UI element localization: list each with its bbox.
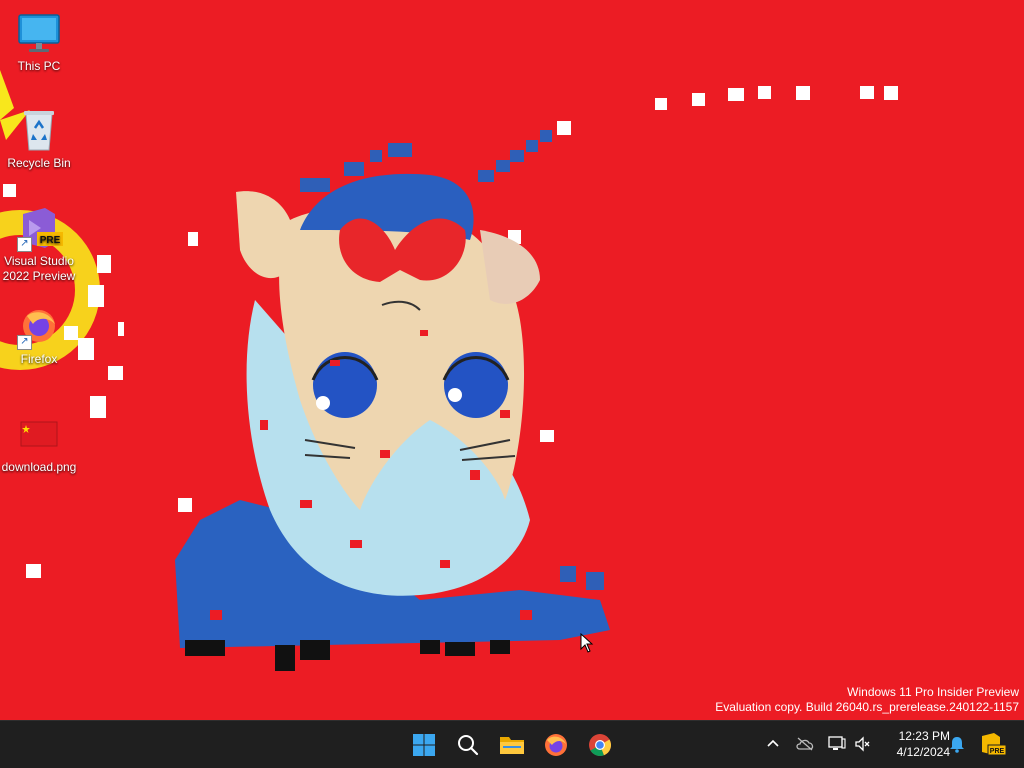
desktop-icon-visual-studio[interactable]: PRE ↗ Visual Studio 2022 Preview xyxy=(1,204,77,284)
plush-figure xyxy=(175,173,610,671)
notifications-button[interactable] xyxy=(946,733,968,755)
watermark-edition: Windows 11 Pro Insider Preview xyxy=(847,685,1019,699)
visual-studio-icon: PRE ↗ xyxy=(15,204,63,252)
watermark-build: Evaluation copy. Build 26040.rs_prerelea… xyxy=(715,700,1019,714)
shortcut-arrow-icon: ↗ xyxy=(17,335,32,350)
shortcut-arrow-icon: ↗ xyxy=(17,237,32,252)
clock-date: 4/12/2024 xyxy=(896,745,950,759)
recycle-bin-icon xyxy=(15,106,63,154)
desktop-icon-label: Firefox xyxy=(20,352,58,366)
volume-button[interactable] xyxy=(852,733,874,755)
firefox-taskbar-button[interactable] xyxy=(536,725,576,765)
desktop-icon-label: Recycle Bin xyxy=(7,156,71,170)
windows-watermark: Windows 11 Pro Insider Preview Evaluatio… xyxy=(715,685,1019,715)
chrome-taskbar-button[interactable] xyxy=(580,725,620,765)
onedrive-icon xyxy=(796,737,814,751)
insider-badge-label: PRE xyxy=(990,748,1005,755)
insider-badge-icon: PRE xyxy=(982,733,1006,756)
onedrive-button[interactable] xyxy=(794,733,816,755)
mouse-cursor-icon xyxy=(580,633,594,653)
show-hidden-icons-button[interactable] xyxy=(762,733,784,755)
notification-bell-icon xyxy=(950,737,964,753)
start-button[interactable] xyxy=(404,725,444,765)
desktop-icon-recycle-bin[interactable]: Recycle Bin xyxy=(1,106,77,171)
clock-time: 12:23 PM xyxy=(898,729,950,743)
desktop-icon-label: download.png xyxy=(1,460,77,474)
preview-badge: PRE xyxy=(40,235,61,246)
insider-badge-button[interactable]: PRE xyxy=(978,733,1006,756)
firefox-icon: ↗ xyxy=(15,302,63,350)
chrome-icon xyxy=(589,734,612,757)
image-file-icon xyxy=(15,410,63,458)
folder-icon xyxy=(500,737,524,754)
desktop-icon-label: This PC xyxy=(17,59,61,73)
desktop-icon-firefox[interactable]: ↗ Firefox xyxy=(1,302,77,367)
network-button[interactable] xyxy=(826,733,848,755)
file-explorer-button[interactable] xyxy=(492,725,532,765)
taskbar: 12:23 PM 4/12/2024 PRE xyxy=(0,720,1024,768)
wallpaper-image xyxy=(0,70,898,671)
firefox-icon xyxy=(545,734,567,756)
chevron-up-icon xyxy=(767,739,779,747)
monitor-icon xyxy=(15,9,63,57)
network-icon xyxy=(828,736,846,750)
desktop[interactable]: This PC Recycle Bin PRE ↗ Visual Studio … xyxy=(0,0,1024,720)
windows-start-icon xyxy=(413,734,435,756)
search-button[interactable] xyxy=(448,725,488,765)
search-icon xyxy=(458,735,479,756)
speaker-muted-icon xyxy=(855,736,870,752)
desktop-icon-download-png[interactable]: download.png xyxy=(1,410,77,475)
clock-button[interactable]: 12:23 PM 4/12/2024 xyxy=(876,728,950,760)
desktop-icon-this-pc[interactable]: This PC xyxy=(1,9,77,74)
desktop-icon-label: Visual Studio 2022 Preview xyxy=(2,254,76,283)
